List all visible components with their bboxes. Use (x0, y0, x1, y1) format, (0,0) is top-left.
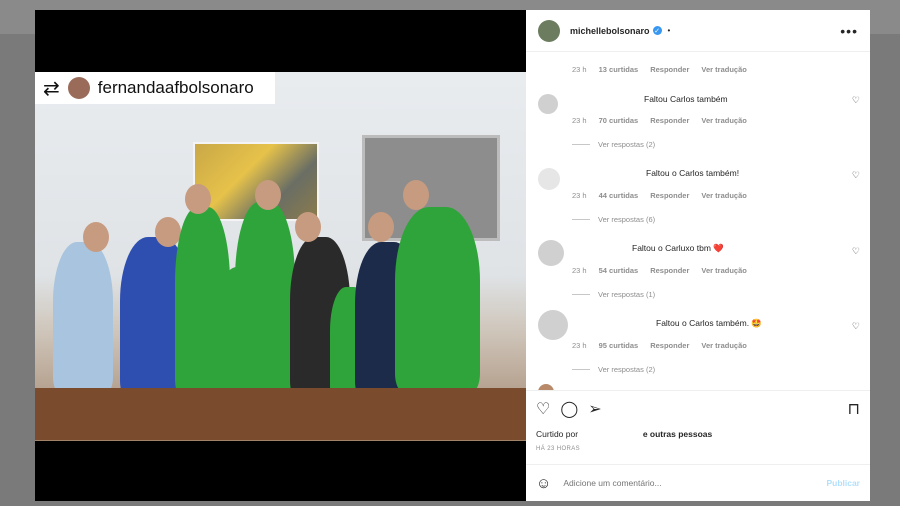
person-head (368, 212, 394, 242)
avatar[interactable] (538, 19, 560, 42)
avatar[interactable] (538, 168, 560, 190)
comment-text: Faltou o Carluxo tbm ❤️ (632, 243, 724, 253)
more-options-button[interactable]: ••• (840, 23, 858, 39)
reply-button[interactable]: Responder (650, 191, 689, 200)
view-replies-button[interactable]: Ver respostas (6) (572, 215, 655, 224)
translate-button[interactable]: Ver tradução (701, 191, 746, 200)
comment-time: 23 h (572, 116, 587, 125)
repost-avatar (67, 77, 90, 99)
view-replies-button[interactable]: Ver respostas (2) (572, 365, 655, 374)
replies-divider (572, 219, 590, 220)
reply-button[interactable]: Responder (650, 341, 689, 350)
view-replies-label: Ver respostas (6) (598, 215, 656, 224)
view-replies-label: Ver respostas (1) (598, 290, 656, 299)
bookmark-icon[interactable]: ⊓ (848, 399, 860, 419)
view-replies-button[interactable]: Ver respostas (1) (572, 290, 655, 299)
publish-button[interactable]: Publicar (826, 478, 860, 488)
comment-meta: 23 h 13 curtidas Responder Ver tradução (572, 65, 747, 74)
replies-divider (572, 369, 590, 370)
heart-icon[interactable]: ♡ (852, 170, 860, 181)
translate-button[interactable]: Ver tradução (701, 116, 746, 125)
comment-time: 23 h (572, 65, 587, 74)
comment-text: Faltou o Carlos também. 🤩 (656, 318, 763, 328)
post-photo[interactable]: ⇄ fernandaafbolsonaro (35, 10, 526, 501)
avatar[interactable] (538, 94, 558, 114)
emoji-icon[interactable]: ☺ (536, 475, 551, 492)
like-heart-icon[interactable]: ♡ (536, 399, 550, 419)
separator-dot: • (667, 26, 671, 35)
liked-by-prefix: Curtido por (536, 429, 579, 439)
person-head (155, 217, 181, 247)
comment-text: Faltou o Carlos também! (646, 168, 740, 178)
comment-likes[interactable]: 95 curtidas (599, 341, 639, 350)
comment-time: 23 h (572, 341, 587, 350)
heart-icon[interactable]: ♡ (852, 246, 860, 257)
comment-likes[interactable]: 44 curtidas (599, 191, 639, 200)
comment-bubble-icon[interactable]: ◯ (560, 399, 578, 419)
comment-likes[interactable]: 70 curtidas (599, 116, 639, 125)
post-time-ago[interactable]: HÁ 23 HORAS (536, 446, 580, 452)
liked-by-suffix[interactable]: e outras pessoas (643, 429, 712, 439)
repost-tag[interactable]: ⇄ fernandaafbolsonaro (35, 72, 275, 104)
person-head (255, 180, 281, 210)
comment-likes[interactable]: 13 curtidas (599, 65, 639, 74)
translate-button[interactable]: Ver tradução (701, 65, 746, 74)
comment-meta: 23 h 44 curtidas Responder Ver tradução (572, 191, 747, 200)
comment-input[interactable] (561, 477, 827, 489)
add-comment-bar: ☺ Publicar (526, 464, 870, 501)
reply-button[interactable]: Responder (650, 116, 689, 125)
dining-table (35, 388, 526, 440)
replies-divider (572, 144, 590, 145)
verified-badge-icon: ✓ (652, 26, 662, 35)
reply-button[interactable]: Responder (650, 266, 689, 275)
person-head (83, 222, 109, 252)
translate-button[interactable]: Ver tradução (701, 266, 746, 275)
avatar[interactable] (538, 240, 564, 266)
comment-time: 23 h (572, 266, 587, 275)
family-photo (35, 72, 526, 441)
reply-button[interactable]: Responder (650, 65, 689, 74)
comment-meta: 23 h 95 curtidas Responder Ver tradução (572, 341, 747, 350)
person (395, 207, 480, 392)
comments-list[interactable]: 23 h 13 curtidas Responder Ver tradução … (526, 52, 870, 390)
post-actions-bar: ♡ ◯ ➢ ⊓ (526, 390, 870, 426)
translate-button[interactable]: Ver tradução (701, 341, 746, 350)
comment-meta: 23 h 70 curtidas Responder Ver tradução (572, 116, 747, 125)
person (53, 242, 113, 392)
view-replies-label: Ver respostas (2) (598, 365, 656, 374)
avatar[interactable] (538, 310, 568, 340)
comment-meta: 23 h 54 curtidas Responder Ver tradução (572, 266, 747, 275)
repost-username: fernandaafbolsonaro (97, 78, 254, 97)
post-username[interactable]: michellebolsonaro (570, 26, 650, 36)
heart-icon[interactable]: ♡ (852, 95, 860, 106)
person-head (403, 180, 429, 210)
post-header: michellebolsonaro ✓ • ••• (526, 10, 870, 52)
person-head (295, 212, 321, 242)
person-head (185, 184, 211, 214)
heart-icon[interactable]: ♡ (852, 321, 860, 332)
repost-icon: ⇄ (43, 77, 60, 100)
comment-likes[interactable]: 54 curtidas (599, 266, 639, 275)
view-replies-label: Ver respostas (2) (598, 140, 656, 149)
share-send-icon[interactable]: ➢ (588, 399, 601, 419)
replies-divider (572, 294, 590, 295)
post-side-panel: michellebolsonaro ✓ • ••• 23 h 13 curtid… (526, 10, 870, 501)
liked-by-text[interactable]: Curtido por e outras pessoas (536, 429, 712, 439)
comment-time: 23 h (572, 191, 587, 200)
view-replies-button[interactable]: Ver respostas (2) (572, 140, 655, 149)
comment-text: Faltou Carlos também (644, 94, 728, 104)
